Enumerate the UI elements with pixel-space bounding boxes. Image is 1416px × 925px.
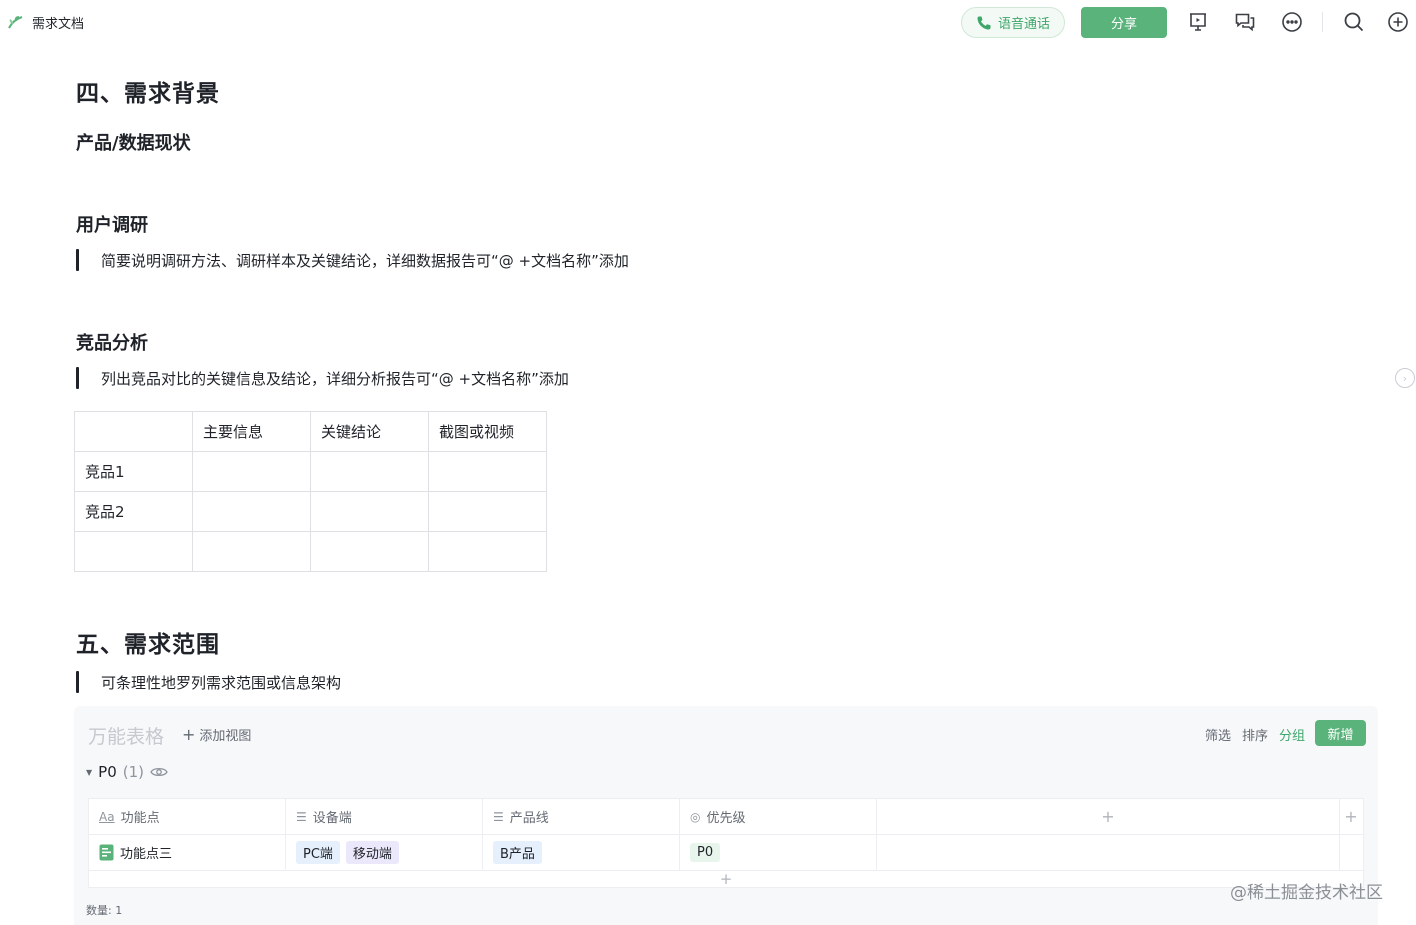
table-cell[interactable] bbox=[74, 531, 193, 572]
caret-down-icon[interactable]: ▼ bbox=[86, 768, 92, 777]
search-icon[interactable] bbox=[1342, 10, 1366, 34]
table-cell[interactable] bbox=[74, 411, 193, 452]
voice-call-label: 语音通话 bbox=[997, 17, 1050, 32]
phone-icon bbox=[977, 16, 991, 29]
priority-tag: P0 bbox=[690, 843, 721, 862]
product-data-heading: 产品/数据现状 bbox=[76, 133, 191, 154]
table-cell[interactable]: 关键结论 bbox=[310, 411, 429, 452]
table-cell[interactable] bbox=[192, 491, 311, 532]
add-view-label: 添加视图 bbox=[199, 729, 252, 744]
product-line-cell[interactable]: B产品 bbox=[483, 835, 680, 870]
empty-cell bbox=[877, 835, 1340, 870]
column-header-priority[interactable]: ◎ 优先级 bbox=[680, 799, 877, 834]
column-header-feature[interactable]: Aa 功能点 bbox=[89, 799, 286, 834]
table-cell[interactable] bbox=[428, 491, 547, 532]
section4-title: 四、需求背景 bbox=[76, 81, 220, 107]
table-cell[interactable]: 竞品1 bbox=[74, 451, 193, 492]
bitable-title[interactable]: 万能表格 bbox=[88, 722, 164, 749]
table-cell[interactable] bbox=[310, 491, 429, 532]
feature-cell[interactable]: 功能点三 bbox=[89, 835, 286, 870]
table-cell[interactable] bbox=[428, 451, 547, 492]
single-select-icon: ◎ bbox=[690, 809, 701, 824]
eye-icon[interactable] bbox=[150, 766, 168, 778]
comment-icon[interactable] bbox=[1233, 10, 1257, 34]
empty-cell bbox=[1340, 835, 1362, 870]
quote-bar bbox=[76, 367, 79, 389]
doc-title-text: 需求文档 bbox=[32, 16, 85, 32]
filter-button[interactable]: 筛选 bbox=[1205, 725, 1231, 744]
device-tag: PC端 bbox=[296, 841, 340, 864]
competitor-table: 主要信息 关键结论 截图或视频 竞品1 竞品2 bbox=[74, 411, 547, 572]
add-column-button[interactable]: + bbox=[877, 799, 1340, 834]
table-cell[interactable] bbox=[192, 531, 311, 572]
table-cell[interactable] bbox=[310, 531, 429, 572]
multi-select-icon: ☰ bbox=[493, 809, 504, 824]
column-header-product-line[interactable]: ☰ 产品线 bbox=[483, 799, 680, 834]
scope-quote-text: 可条理性地罗列需求范围或信息架构 bbox=[101, 673, 342, 692]
feature-name: 功能点三 bbox=[120, 847, 173, 862]
top-bar: 需求文档 语音通话 分享 bbox=[0, 0, 1416, 46]
text-field-icon: Aa bbox=[99, 809, 115, 824]
table-cell[interactable] bbox=[428, 531, 547, 572]
leaf-icon bbox=[8, 16, 23, 29]
quote-bar bbox=[76, 671, 79, 693]
column-label: 产品线 bbox=[509, 811, 549, 826]
sort-button[interactable]: 排序 bbox=[1242, 725, 1268, 744]
quote-bar bbox=[76, 249, 79, 271]
add-view-button[interactable]: + 添加视图 bbox=[182, 725, 251, 744]
plus-icon: + bbox=[1344, 807, 1358, 826]
table-row: 主要信息 关键结论 截图或视频 bbox=[74, 411, 547, 452]
competitor-quote-text: 列出竞品对比的关键信息及结论，详细分析报告可“@ +文档名称”添加 bbox=[101, 369, 569, 388]
bitable-grid: Aa 功能点 ☰ 设备端 ☰ 产品线 ◎ 优先级 + + 功能点三 PC端 移动… bbox=[88, 798, 1364, 888]
table-cell[interactable]: 主要信息 bbox=[192, 411, 311, 452]
column-label: 优先级 bbox=[706, 811, 746, 826]
plus-icon: + bbox=[719, 870, 733, 888]
multi-select-icon: ☰ bbox=[296, 809, 307, 824]
column-label: 功能点 bbox=[120, 811, 160, 826]
user-research-heading: 用户调研 bbox=[76, 215, 148, 236]
group-count: (1) bbox=[122, 763, 144, 781]
plus-icon: + bbox=[182, 725, 196, 744]
device-tag: 移动端 bbox=[345, 841, 399, 864]
table-cell[interactable]: 截图或视频 bbox=[428, 411, 547, 452]
device-cell[interactable]: PC端 移动端 bbox=[286, 835, 483, 870]
table-cell[interactable] bbox=[310, 451, 429, 492]
product-line-tag: B产品 bbox=[493, 841, 542, 864]
group-header[interactable]: ▼ P0 (1) bbox=[86, 763, 168, 781]
user-research-quote-text: 简要说明调研方法、调研样本及关键结论，详细数据报告可“@ +文档名称”添加 bbox=[101, 251, 629, 270]
section5-title: 五、需求范围 bbox=[76, 632, 220, 658]
priority-cell[interactable]: P0 bbox=[680, 835, 877, 870]
table-row[interactable]: 功能点三 PC端 移动端 B产品 P0 bbox=[89, 835, 1363, 871]
grid-header-row: Aa 功能点 ☰ 设备端 ☰ 产品线 ◎ 优先级 + + bbox=[89, 799, 1363, 835]
table-row bbox=[74, 531, 547, 572]
more-icon[interactable] bbox=[1280, 10, 1304, 34]
voice-call-button[interactable]: 语音通话 bbox=[961, 7, 1065, 38]
expand-side-icon[interactable]: › bbox=[1395, 368, 1415, 388]
table-row: 竞品1 bbox=[74, 451, 547, 492]
new-record-button[interactable]: 新增 bbox=[1315, 720, 1366, 746]
user-research-quote: 简要说明调研方法、调研样本及关键结论，详细数据报告可“@ +文档名称”添加 bbox=[76, 249, 629, 271]
plus-icon: + bbox=[1101, 807, 1115, 826]
bitable-block: 万能表格 + 添加视图 筛选 排序 分组 新增 ▼ P0 (1) Aa 功能点 … bbox=[74, 706, 1378, 925]
scope-quote: 可条理性地罗列需求范围或信息架构 bbox=[76, 671, 341, 693]
watermark: @稀土掘金技术社区 bbox=[1230, 883, 1383, 903]
table-row: 竞品2 bbox=[74, 491, 547, 532]
add-circle-icon[interactable] bbox=[1386, 10, 1410, 34]
record-count: 数量: 1 bbox=[86, 904, 123, 917]
competitor-quote: 列出竞品对比的关键信息及结论，详细分析报告可“@ +文档名称”添加 bbox=[76, 367, 569, 389]
share-button[interactable]: 分享 bbox=[1081, 7, 1167, 38]
add-record-row[interactable]: + bbox=[89, 870, 1363, 888]
group-name: P0 bbox=[98, 763, 117, 781]
group-button[interactable]: 分组 bbox=[1279, 725, 1305, 744]
doc-title[interactable]: 需求文档 bbox=[6, 12, 84, 32]
toolbar-divider bbox=[1322, 12, 1323, 32]
present-icon[interactable] bbox=[1186, 10, 1210, 34]
table-cell[interactable] bbox=[192, 451, 311, 492]
document-icon bbox=[99, 844, 114, 861]
column-header-device[interactable]: ☰ 设备端 bbox=[286, 799, 483, 834]
column-label: 设备端 bbox=[312, 811, 352, 826]
table-cell[interactable]: 竞品2 bbox=[74, 491, 193, 532]
add-column-side-button[interactable]: + bbox=[1340, 799, 1362, 834]
competitor-heading: 竞品分析 bbox=[76, 333, 148, 354]
